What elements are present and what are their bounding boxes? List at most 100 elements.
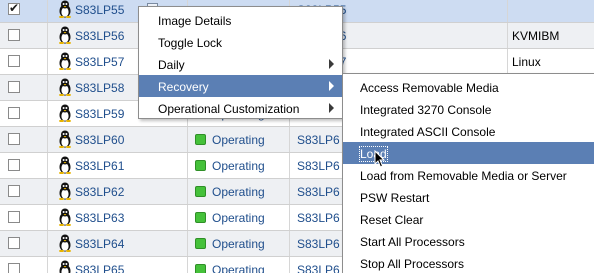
submenu-item-access-removable-media[interactable]: Access Removable Media: [343, 76, 594, 98]
name-cell: S83LP64: [48, 231, 188, 256]
status-text[interactable]: Operating: [212, 159, 265, 173]
tux-penguin-icon: [57, 0, 73, 19]
partition-name-link[interactable]: S83LP59: [75, 107, 124, 121]
tux-penguin-icon: [57, 26, 73, 45]
partition-name-link[interactable]: S83LP62: [75, 185, 124, 199]
row-checkbox[interactable]: [8, 237, 20, 249]
operating-status-icon: [195, 134, 206, 145]
row-checkbox[interactable]: [8, 159, 20, 171]
chevron-right-icon: [329, 103, 334, 113]
mouse-pointer-icon: [374, 150, 386, 168]
status-text[interactable]: Operating: [212, 133, 265, 147]
menu-item-label: Operational Customization: [158, 102, 300, 116]
select-cell: [0, 127, 48, 152]
select-cell: [0, 179, 48, 204]
os-cell: KVMIBM: [508, 23, 594, 48]
status-text[interactable]: Operating: [212, 237, 265, 251]
status-cell: Operating: [188, 153, 290, 178]
menu-item-label: Daily: [158, 58, 185, 72]
menu-item-label: Load from Removable Media or Server: [360, 169, 567, 183]
menu-item-daily[interactable]: Daily: [139, 53, 342, 75]
menu-item-label: Reset Clear: [360, 213, 424, 227]
submenu-item-reset-clear[interactable]: Reset Clear: [343, 208, 594, 230]
row-checkbox[interactable]: [8, 1, 20, 15]
image-name-link[interactable]: S83LP6: [297, 237, 340, 251]
submenu-item-psw-restart[interactable]: PSW Restart: [343, 186, 594, 208]
submenu-item-stop-all-processors[interactable]: Stop All Processors: [343, 252, 594, 273]
status-text[interactable]: Operating: [212, 211, 265, 225]
status-text[interactable]: Operating: [212, 185, 265, 199]
submenu-item-start-all-processors[interactable]: Start All Processors: [343, 230, 594, 252]
select-cell: [0, 205, 48, 230]
os-cell: [508, 0, 594, 22]
submenu-item-integrated-ascii-console[interactable]: Integrated ASCII Console: [343, 120, 594, 142]
row-checkbox[interactable]: [8, 185, 20, 197]
operating-status-icon: [195, 160, 206, 171]
menu-item-image-details[interactable]: Image Details: [139, 9, 342, 31]
os-type-text: KVMIBM: [512, 29, 560, 43]
row-checkbox[interactable]: [8, 211, 20, 223]
tux-penguin-icon: [57, 208, 73, 227]
image-name-link[interactable]: S83LP6: [297, 133, 340, 147]
tux-penguin-icon: [57, 260, 73, 273]
image-name-link[interactable]: S83LP6: [297, 211, 340, 225]
select-cell: [0, 257, 48, 273]
partition-name-link[interactable]: S83LP57: [75, 55, 124, 69]
os-type-text: Linux: [512, 55, 541, 69]
row-checkbox[interactable]: [8, 107, 20, 119]
partition-name-link[interactable]: S83LP65: [75, 263, 124, 273]
row-checkbox[interactable]: [8, 81, 20, 93]
status-cell: Operating: [188, 257, 290, 273]
chevron-right-icon: [329, 59, 334, 69]
row-checkbox[interactable]: [8, 29, 20, 41]
menu-item-label: Image Details: [158, 14, 232, 28]
tux-penguin-icon: [57, 104, 73, 123]
name-cell: S83LP61: [48, 153, 188, 178]
select-cell: [0, 49, 48, 74]
operating-status-icon: [195, 186, 206, 197]
context-menu: Image Details Toggle Lock Daily Recovery Ope…: [138, 6, 343, 119]
select-cell: [0, 153, 48, 178]
partition-name-link[interactable]: S83LP63: [75, 211, 124, 225]
select-cell: [0, 75, 48, 100]
menu-item-label: Access Removable Media: [360, 81, 499, 95]
status-text[interactable]: Operating: [212, 263, 265, 273]
select-cell: [0, 101, 48, 126]
partition-name-link[interactable]: S83LP61: [75, 159, 124, 173]
chevron-right-icon: [329, 81, 334, 91]
name-cell: S83LP60: [48, 127, 188, 152]
menu-item-label: Toggle Lock: [158, 36, 223, 50]
name-cell: S83LP62: [48, 179, 188, 204]
select-cell: [0, 0, 48, 22]
select-cell: [0, 231, 48, 256]
tux-penguin-icon: [57, 52, 73, 71]
partition-name-link[interactable]: S83LP60: [75, 133, 124, 147]
menu-item-operational-customization[interactable]: Operational Customization: [139, 97, 342, 119]
partition-name-link[interactable]: S83LP58: [75, 81, 124, 95]
recovery-submenu: Access Removable Media Integrated 3270 Co…: [342, 73, 594, 273]
partition-name-link[interactable]: S83LP56: [75, 29, 124, 43]
menu-item-recovery[interactable]: Recovery: [139, 75, 342, 97]
name-cell: S83LP63: [48, 205, 188, 230]
menu-item-label: PSW Restart: [360, 191, 430, 205]
image-name-link[interactable]: S83LP6: [297, 159, 340, 173]
image-name-link[interactable]: S83LP6: [297, 185, 340, 199]
tux-penguin-icon: [57, 234, 73, 253]
partition-name-link[interactable]: S83LP64: [75, 237, 124, 251]
row-checkbox[interactable]: [8, 55, 20, 67]
row-checkbox[interactable]: [8, 133, 20, 145]
tux-penguin-icon: [57, 78, 73, 97]
menu-item-label: Integrated 3270 Console: [360, 103, 492, 117]
name-cell: S83LP65: [48, 257, 188, 273]
operating-status-icon: [195, 264, 206, 273]
tux-penguin-icon: [57, 130, 73, 149]
tux-penguin-icon: [57, 156, 73, 175]
tux-penguin-icon: [57, 182, 73, 201]
submenu-item-integrated-3270-console[interactable]: Integrated 3270 Console: [343, 98, 594, 120]
menu-item-toggle-lock[interactable]: Toggle Lock: [139, 31, 342, 53]
partition-name-link[interactable]: S83LP55: [75, 3, 124, 17]
image-name-link[interactable]: S83LP6: [297, 263, 340, 273]
operating-status-icon: [195, 212, 206, 223]
menu-item-label: Start All Processors: [360, 235, 465, 249]
row-checkbox[interactable]: [8, 263, 20, 273]
